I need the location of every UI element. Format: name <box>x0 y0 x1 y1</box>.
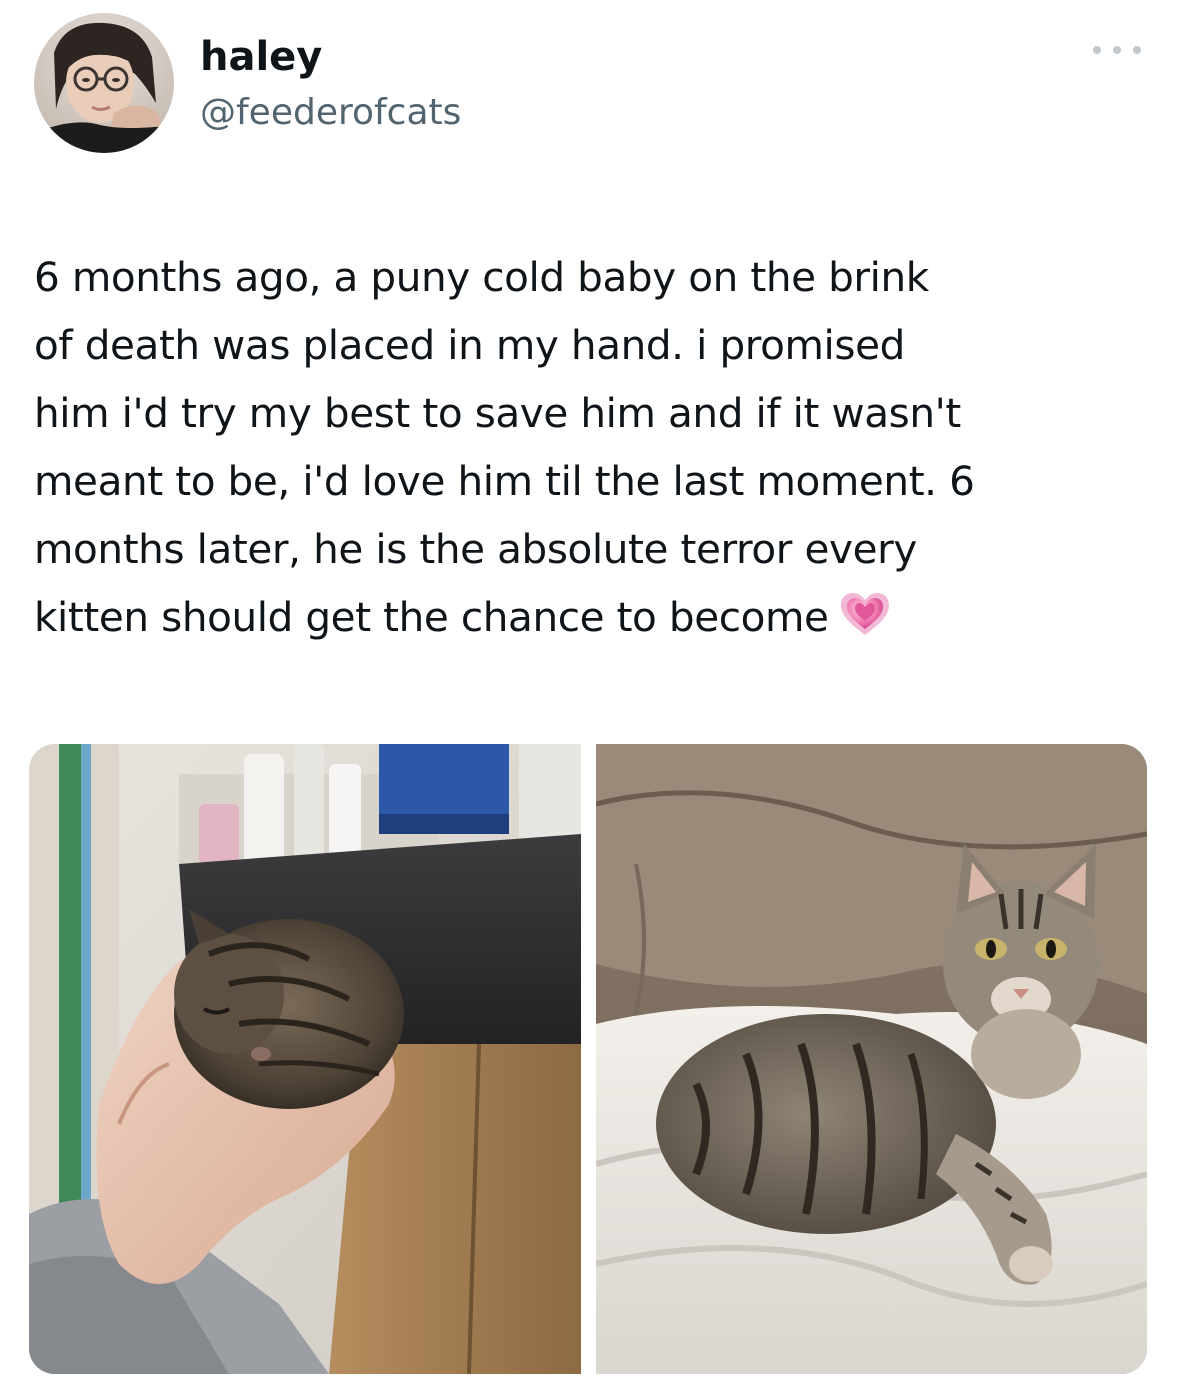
media-photo-2[interactable] <box>596 744 1147 1374</box>
tweet-card: haley @feederofcats 6 months ago, a puny… <box>0 0 1179 1393</box>
media-grid <box>29 744 1147 1374</box>
author-handle[interactable]: @feederofcats <box>200 90 461 136</box>
tweet-text-line: kitten should get the chance to become <box>34 593 829 641</box>
media-photo-1[interactable] <box>29 744 581 1374</box>
author-display-name[interactable]: haley <box>200 32 322 82</box>
profile-photo-avatar-icon <box>34 13 174 153</box>
more-dots-icon <box>1113 46 1121 54</box>
tweet-text: 6 months ago, a puny cold baby on the br… <box>34 243 1154 659</box>
avatar[interactable] <box>34 13 174 153</box>
tweet-text-line: months later, he is the absolute terror … <box>34 525 917 573</box>
tweet-text-line: 6 months ago, a puny cold baby on the br… <box>34 253 929 301</box>
more-dots-icon <box>1133 46 1141 54</box>
more-dots-icon <box>1093 46 1101 54</box>
tweet-text-line: of death was placed in my hand. i promis… <box>34 321 905 369</box>
tweet-text-line: him i'd try my best to save him and if i… <box>34 389 961 437</box>
tweet-text-line-last: kitten should get the chance to become <box>34 583 1154 659</box>
tweet-text-line: meant to be, i'd love him til the last m… <box>34 457 975 505</box>
photo-kitten-in-hand-icon <box>29 744 581 1374</box>
more-options-button[interactable] <box>1093 38 1141 62</box>
photo-grown-cat-on-blanket-icon <box>596 744 1147 1374</box>
growing-heart-emoji-icon <box>839 591 891 659</box>
